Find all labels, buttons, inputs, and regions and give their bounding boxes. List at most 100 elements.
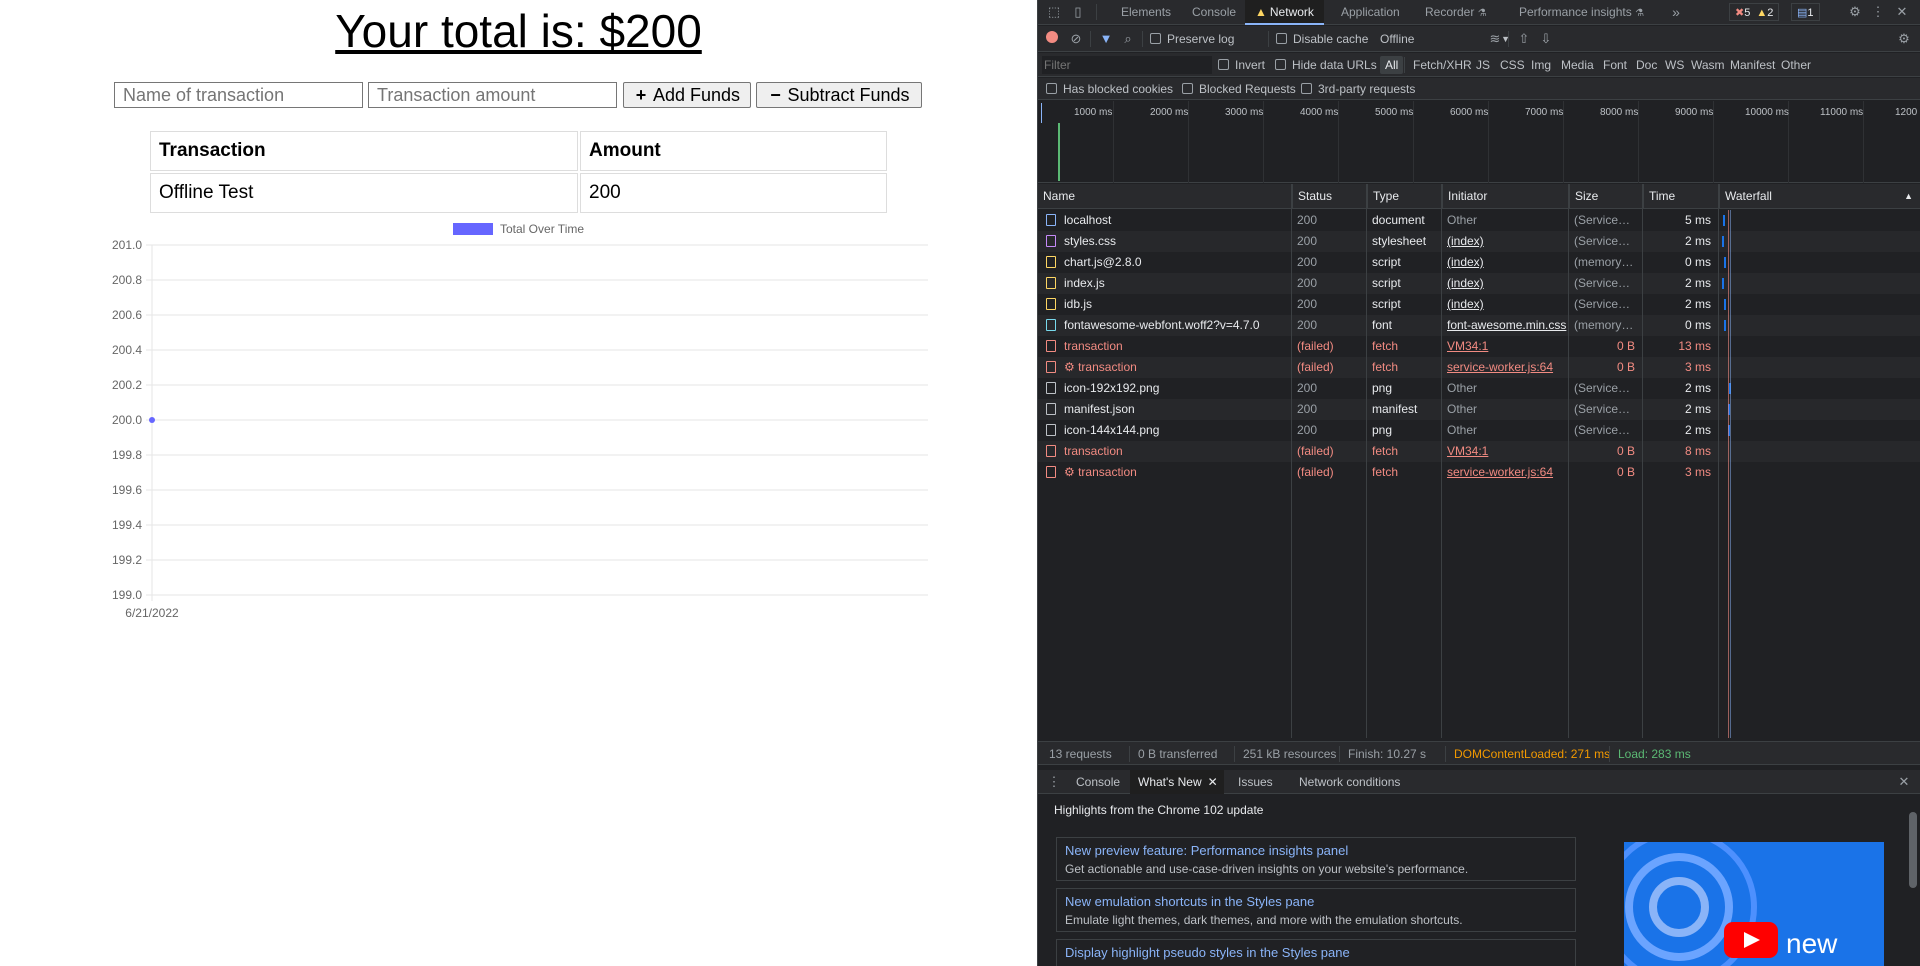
filter-input[interactable] bbox=[1042, 56, 1212, 74]
request-initiator-cell[interactable]: (index) bbox=[1442, 252, 1567, 273]
column-time[interactable]: Time bbox=[1643, 184, 1675, 209]
filter-icon[interactable]: ▼ bbox=[1098, 31, 1114, 47]
tab-console[interactable]: Console bbox=[1182, 0, 1246, 25]
hide-data-urls-checkbox[interactable]: Hide data URLs bbox=[1275, 53, 1377, 76]
filter-wasm[interactable]: Wasm bbox=[1686, 56, 1730, 74]
blocked-cookies-checkbox[interactable]: Has blocked cookies bbox=[1046, 78, 1173, 99]
close-drawer-icon[interactable]: ✕ bbox=[1896, 774, 1912, 790]
search-icon[interactable]: ⌕ bbox=[1120, 31, 1136, 47]
request-row[interactable]: localhost 200 document Other (ServiceW... 5 m… bbox=[1038, 210, 1920, 231]
third-party-checkbox[interactable]: 3rd-party requests bbox=[1301, 78, 1415, 99]
tab-recorder[interactable]: Recorder ⚗ bbox=[1415, 0, 1497, 25]
timeline-tick: 5000 ms bbox=[1375, 107, 1414, 118]
transaction-name-input[interactable] bbox=[114, 82, 363, 108]
filter-manifest[interactable]: Manifest bbox=[1725, 56, 1780, 74]
tab-application[interactable]: Application bbox=[1331, 0, 1410, 25]
add-funds-button[interactable]: + Add Funds bbox=[623, 82, 751, 108]
filter-css[interactable]: CSS bbox=[1495, 56, 1530, 74]
more-options-icon[interactable]: ⋮ bbox=[1870, 4, 1886, 20]
column-name[interactable]: Name bbox=[1038, 184, 1075, 209]
request-row[interactable]: manifest.json 200 manifest Other (ServiceW..… bbox=[1038, 399, 1920, 420]
overview-cursor bbox=[1041, 103, 1042, 123]
drawer-menu-icon[interactable]: ⋮ bbox=[1046, 774, 1062, 790]
request-row[interactable]: ⚙ transaction (failed) fetch service-worker… bbox=[1038, 357, 1920, 378]
close-devtools-icon[interactable]: ✕ bbox=[1894, 4, 1910, 20]
inspect-element-icon[interactable]: ⬚ bbox=[1046, 4, 1062, 20]
subtract-funds-button[interactable]: − Subtract Funds bbox=[756, 82, 922, 108]
network-overview-timeline[interactable]: 1000 ms 2000 ms 3000 ms 4000 ms 5000 ms … bbox=[1038, 101, 1920, 183]
whats-new-card[interactable]: New emulation shortcuts in the Styles pa… bbox=[1056, 888, 1576, 932]
column-initiator[interactable]: Initiator bbox=[1442, 184, 1487, 209]
youtube-play-icon[interactable] bbox=[1724, 922, 1778, 958]
request-row[interactable]: fontawesome-webfont.woff2?v=4.7.0 200 font… bbox=[1038, 315, 1920, 336]
column-type[interactable]: Type bbox=[1367, 184, 1399, 209]
invert-checkbox[interactable]: Invert bbox=[1218, 53, 1265, 76]
request-initiator-cell[interactable]: (index) bbox=[1442, 273, 1567, 294]
request-initiator-cell[interactable]: service-worker.js:64 bbox=[1442, 357, 1567, 378]
filter-font[interactable]: Font bbox=[1598, 56, 1632, 74]
column-size[interactable]: Size bbox=[1569, 184, 1598, 209]
filter-ws[interactable]: WS bbox=[1660, 56, 1689, 74]
request-row[interactable]: icon-192x192.png 200 png Other (ServiceW... 2… bbox=[1038, 378, 1920, 399]
column-waterfall[interactable]: Waterfall ▲ bbox=[1719, 184, 1920, 209]
request-initiator-cell[interactable]: service-worker.js:64 bbox=[1442, 462, 1567, 483]
tab-network[interactable]: ▲ Network bbox=[1245, 0, 1324, 25]
issues-counter[interactable]: ✖5 ▲2 bbox=[1729, 3, 1780, 21]
close-icon[interactable]: ✕ bbox=[1208, 770, 1218, 794]
tab-performance-insights[interactable]: Performance insights ⚗ bbox=[1509, 0, 1654, 25]
drawer-tab-issues[interactable]: Issues bbox=[1230, 770, 1281, 794]
request-initiator-cell[interactable]: font-awesome.min.css bbox=[1442, 315, 1567, 336]
request-initiator-cell: Other bbox=[1447, 402, 1478, 416]
drawer-tab-whats-new[interactable]: What's New ✕ bbox=[1130, 770, 1224, 794]
export-har-icon[interactable]: ⇩ bbox=[1538, 31, 1554, 47]
drawer-tab-network-conditions[interactable]: Network conditions bbox=[1291, 770, 1408, 794]
transaction-amount-input[interactable] bbox=[368, 82, 617, 108]
whats-new-card[interactable]: Display highlight pseudo styles in the S… bbox=[1056, 939, 1576, 966]
preserve-log-checkbox[interactable]: Preserve log bbox=[1150, 26, 1234, 51]
request-row[interactable]: icon-144x144.png 200 png Other (ServiceW... 2… bbox=[1038, 420, 1920, 441]
request-name-text: manifest.json bbox=[1064, 402, 1135, 416]
whats-new-video-thumbnail[interactable]: new bbox=[1624, 842, 1884, 966]
more-tabs-icon[interactable]: » bbox=[1668, 4, 1684, 20]
record-icon[interactable] bbox=[1044, 31, 1060, 47]
invert-label: Invert bbox=[1235, 57, 1266, 72]
filter-all[interactable]: All bbox=[1380, 56, 1404, 74]
device-toolbar-icon[interactable]: ▯ bbox=[1070, 4, 1086, 20]
drawer-tab-console[interactable]: Console bbox=[1068, 770, 1128, 794]
request-row[interactable]: transaction (failed) fetch VM34:1 0 B 8 ms bbox=[1038, 441, 1920, 462]
timeline-tick: 7000 ms bbox=[1525, 107, 1564, 118]
request-row[interactable]: ⚙ transaction (failed) fetch service-worker… bbox=[1038, 462, 1920, 483]
messages-counter[interactable]: ▤1 bbox=[1791, 3, 1820, 21]
requests-table-header: Name Status Type Initiator Size Time Wat… bbox=[1038, 184, 1920, 209]
network-settings-gear-icon[interactable]: ⚙ bbox=[1896, 31, 1912, 47]
request-initiator-cell[interactable]: VM34:1 bbox=[1442, 441, 1567, 462]
request-row[interactable]: chart.js@2.8.0 200 script (index) (memory c.… bbox=[1038, 252, 1920, 273]
clear-icon[interactable]: ⊘ bbox=[1068, 31, 1084, 47]
filter-js[interactable]: JS bbox=[1471, 56, 1495, 74]
network-conditions-icon[interactable]: ≋ bbox=[1487, 31, 1503, 47]
blocked-requests-checkbox[interactable]: Blocked Requests bbox=[1182, 78, 1296, 99]
request-status-cell: (failed) bbox=[1297, 339, 1334, 353]
filter-media[interactable]: Media bbox=[1556, 56, 1599, 74]
import-har-icon[interactable]: ⇧ bbox=[1516, 31, 1532, 47]
request-initiator-cell[interactable]: (index) bbox=[1442, 231, 1567, 252]
whats-new-card[interactable]: New preview feature: Performance insight… bbox=[1056, 837, 1576, 881]
fetch-icon bbox=[1046, 466, 1056, 478]
filter-fetch-xhr[interactable]: Fetch/XHR bbox=[1408, 56, 1477, 74]
request-initiator-cell[interactable]: VM34:1 bbox=[1442, 336, 1567, 357]
filter-img[interactable]: Img bbox=[1526, 56, 1556, 74]
column-status[interactable]: Status bbox=[1292, 184, 1332, 209]
request-initiator-cell[interactable]: (index) bbox=[1442, 294, 1567, 315]
filter-doc[interactable]: Doc bbox=[1631, 56, 1662, 74]
request-row[interactable]: idb.js 200 script (index) (ServiceW... 2 ms bbox=[1038, 294, 1920, 315]
disable-cache-checkbox[interactable]: Disable cache bbox=[1276, 26, 1368, 51]
request-name-cell: transaction bbox=[1038, 336, 1290, 357]
request-row[interactable]: transaction (failed) fetch VM34:1 0 B 13 ms bbox=[1038, 336, 1920, 357]
transactions-table: Transaction Amount Offline Test 200 bbox=[148, 129, 889, 215]
drawer-scrollbar-thumb[interactable] bbox=[1909, 812, 1917, 888]
filter-other[interactable]: Other bbox=[1776, 56, 1816, 74]
request-row[interactable]: styles.css 200 stylesheet (index) (ServiceW.… bbox=[1038, 231, 1920, 252]
request-row[interactable]: index.js 200 script (index) (ServiceW... 2 ms bbox=[1038, 273, 1920, 294]
tab-elements[interactable]: Elements bbox=[1111, 0, 1181, 25]
settings-gear-icon[interactable]: ⚙ bbox=[1847, 4, 1863, 20]
